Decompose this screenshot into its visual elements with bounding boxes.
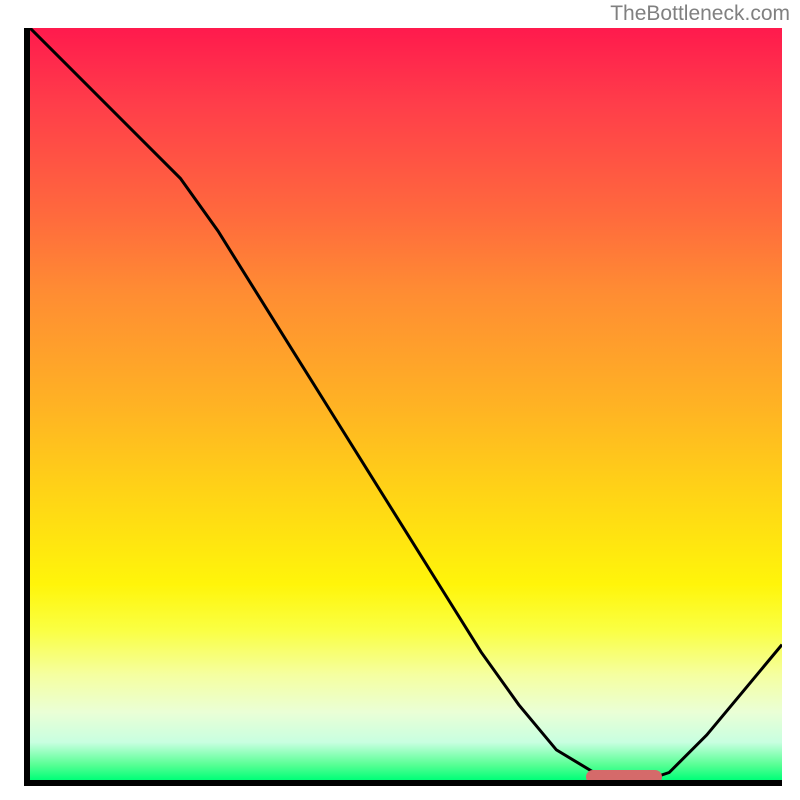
bottleneck-curve-path [30,28,782,780]
bottleneck-curve-svg [30,28,782,780]
optimal-range-marker [586,770,661,780]
plot-area [30,28,782,780]
chart-axes-frame [24,28,782,786]
attribution-text: TheBottleneck.com [610,2,790,26]
